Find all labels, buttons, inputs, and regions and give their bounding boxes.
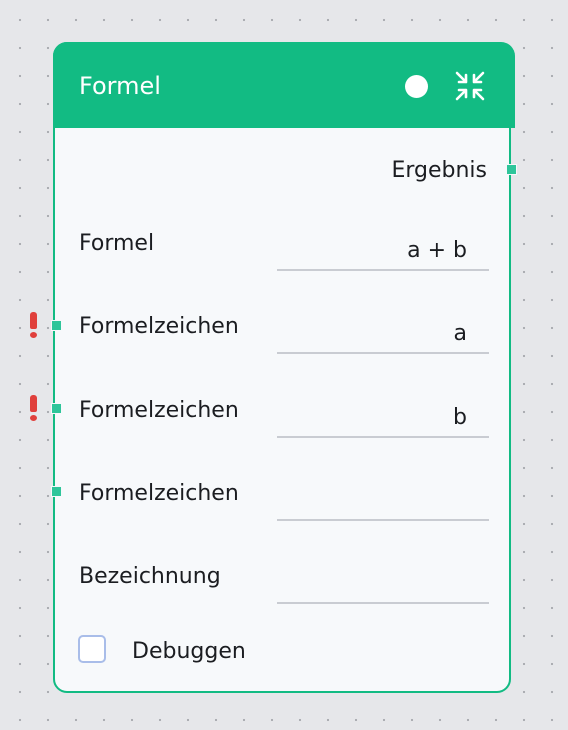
formula-label: Formel	[79, 231, 155, 256]
symbol-label: Formelzeichen	[79, 481, 239, 506]
node-title: Formel	[79, 72, 161, 100]
debug-label[interactable]: Debuggen	[132, 638, 246, 666]
symbol-input[interactable]	[277, 481, 489, 521]
debug-checkbox[interactable]	[78, 635, 106, 663]
symbol-value: a	[453, 321, 467, 346]
warning-icon	[29, 312, 38, 338]
input-port[interactable]	[51, 320, 62, 331]
output-label: Ergebnis	[391, 158, 487, 183]
output-port[interactable]	[506, 164, 517, 175]
symbol-label: Formelzeichen	[79, 314, 239, 339]
formula-input[interactable]: a + b	[277, 231, 489, 271]
input-port[interactable]	[51, 403, 62, 414]
symbol-input[interactable]: a	[277, 314, 489, 354]
symbol-input[interactable]: b	[277, 398, 489, 438]
formula-value: a + b	[407, 238, 467, 263]
name-label: Bezeichnung	[79, 564, 221, 589]
formula-node[interactable]: Formel Ergebnis Formel a + b Formelzeich…	[30, 42, 517, 693]
symbol-value: b	[453, 405, 467, 430]
name-input[interactable]	[277, 564, 489, 604]
symbol-label: Formelzeichen	[79, 398, 239, 423]
node-header[interactable]: Formel	[53, 42, 515, 128]
input-port[interactable]	[51, 486, 62, 497]
status-dot-icon	[405, 75, 428, 98]
collapse-icon[interactable]	[454, 70, 486, 102]
warning-icon	[29, 395, 38, 421]
